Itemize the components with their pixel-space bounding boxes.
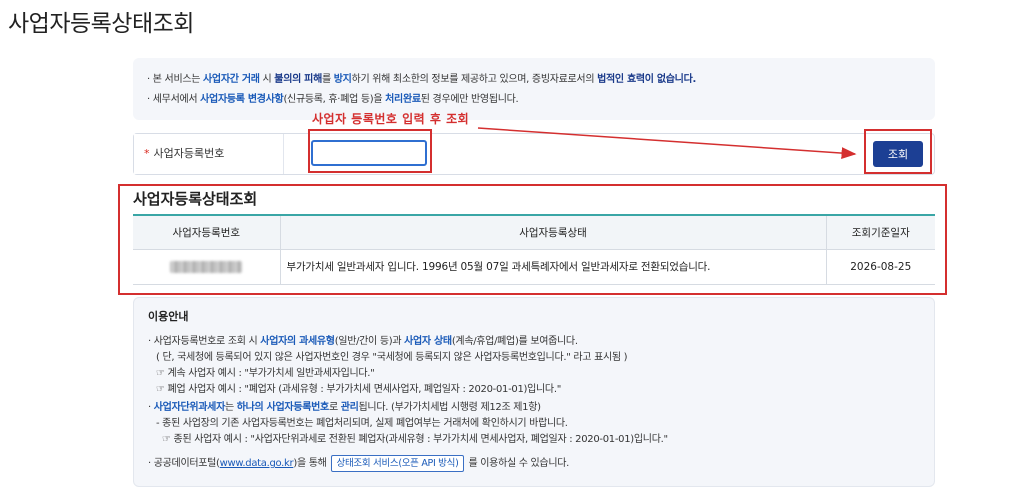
required-mark: * (144, 147, 150, 160)
result-title: 사업자등록상태조회 (133, 190, 258, 208)
guide-title: 이용안내 (148, 310, 189, 323)
notice-line-2: · 세무서에서 사업자등록 변경사항(신규등록, 휴·폐업 등)을 처리완료된 … (147, 94, 519, 105)
usage-guide: 이용안내 · 사업자등록번호로 조회 시 사업자의 과세유형(일반/간이 등)과… (133, 297, 935, 487)
blurred-business-number (170, 260, 243, 273)
page-title: 사업자등록상태조회 (8, 11, 194, 37)
column-query-date: 조회기준일자 (825, 214, 935, 250)
business-number-label: * 사업자등록번호 (134, 134, 284, 174)
table-row: 부가가치세 일반과세자 입니다. 1996년 05월 07일 과세특례자에서 일… (133, 249, 935, 285)
result-header-row: 사업자등록번호 사업자등록상태 조회기준일자 (133, 214, 935, 250)
guide-line-1: · 사업자등록번호로 조회 시 사업자의 과세유형(일반/간이 등)과 사업자 … (148, 336, 578, 347)
guide-line-6: - 종된 사업장의 기존 사업자등록번호는 폐업처리되며, 실제 폐업여부는 거… (156, 418, 568, 429)
guide-line-7: ☞ 종된 사업자 예시 : "사업자단위과세로 전환된 폐업자(과세유형 : 부… (162, 434, 668, 445)
highlight-query-button-box (864, 129, 932, 174)
guide-line-4: ☞ 폐업 사업자 예시 : "폐업자 (과세유형 : 부가가치세 면세사업자, … (156, 384, 561, 395)
open-api-service-button[interactable]: 상태조회 서비스(오픈 API 방식) (330, 454, 465, 472)
guide-line-2: ( 단, 국세청에 등록되어 있지 않은 사업자번호인 경우 "국세청에 등록되… (156, 352, 628, 363)
column-business-number: 사업자등록번호 (133, 214, 280, 250)
guide-line-8: · 공공데이터포털(www.data.go.kr)을 통해 상태조회 서비스(오픈… (148, 454, 569, 472)
service-notice: · 본 서비스는 사업자간 거래 시 불의의 피해를 방지하기 위해 최소한의 … (133, 58, 935, 120)
highlight-input-box (308, 129, 432, 173)
result-table: 사업자등록번호 사업자등록상태 조회기준일자 부가가치세 일반과세자 입니다. … (133, 214, 935, 285)
date-cell: 2026-08-25 (825, 249, 935, 285)
business-number-cell (133, 249, 280, 285)
search-row: * 사업자등록번호 (133, 133, 935, 175)
column-registration-status: 사업자등록상태 (279, 214, 826, 250)
data-portal-link[interactable]: www.data.go.kr (220, 458, 294, 469)
notice-line-1: · 본 서비스는 사업자간 거래 시 불의의 피해를 방지하기 위해 최소한의 … (147, 74, 696, 85)
annotation-callout: 사업자 등록번호 입력 후 조회 (312, 112, 470, 126)
guide-line-3: ☞ 계속 사업자 예시 : "부가가치세 일반과세자입니다." (156, 368, 375, 379)
status-cell: 부가가치세 일반과세자 입니다. 1996년 05월 07일 과세특례자에서 일… (279, 249, 826, 285)
guide-line-5: · 사업자단위과세자는 하나의 사업자등록번호로 관리됩니다. (부가가치세법 … (148, 402, 541, 413)
